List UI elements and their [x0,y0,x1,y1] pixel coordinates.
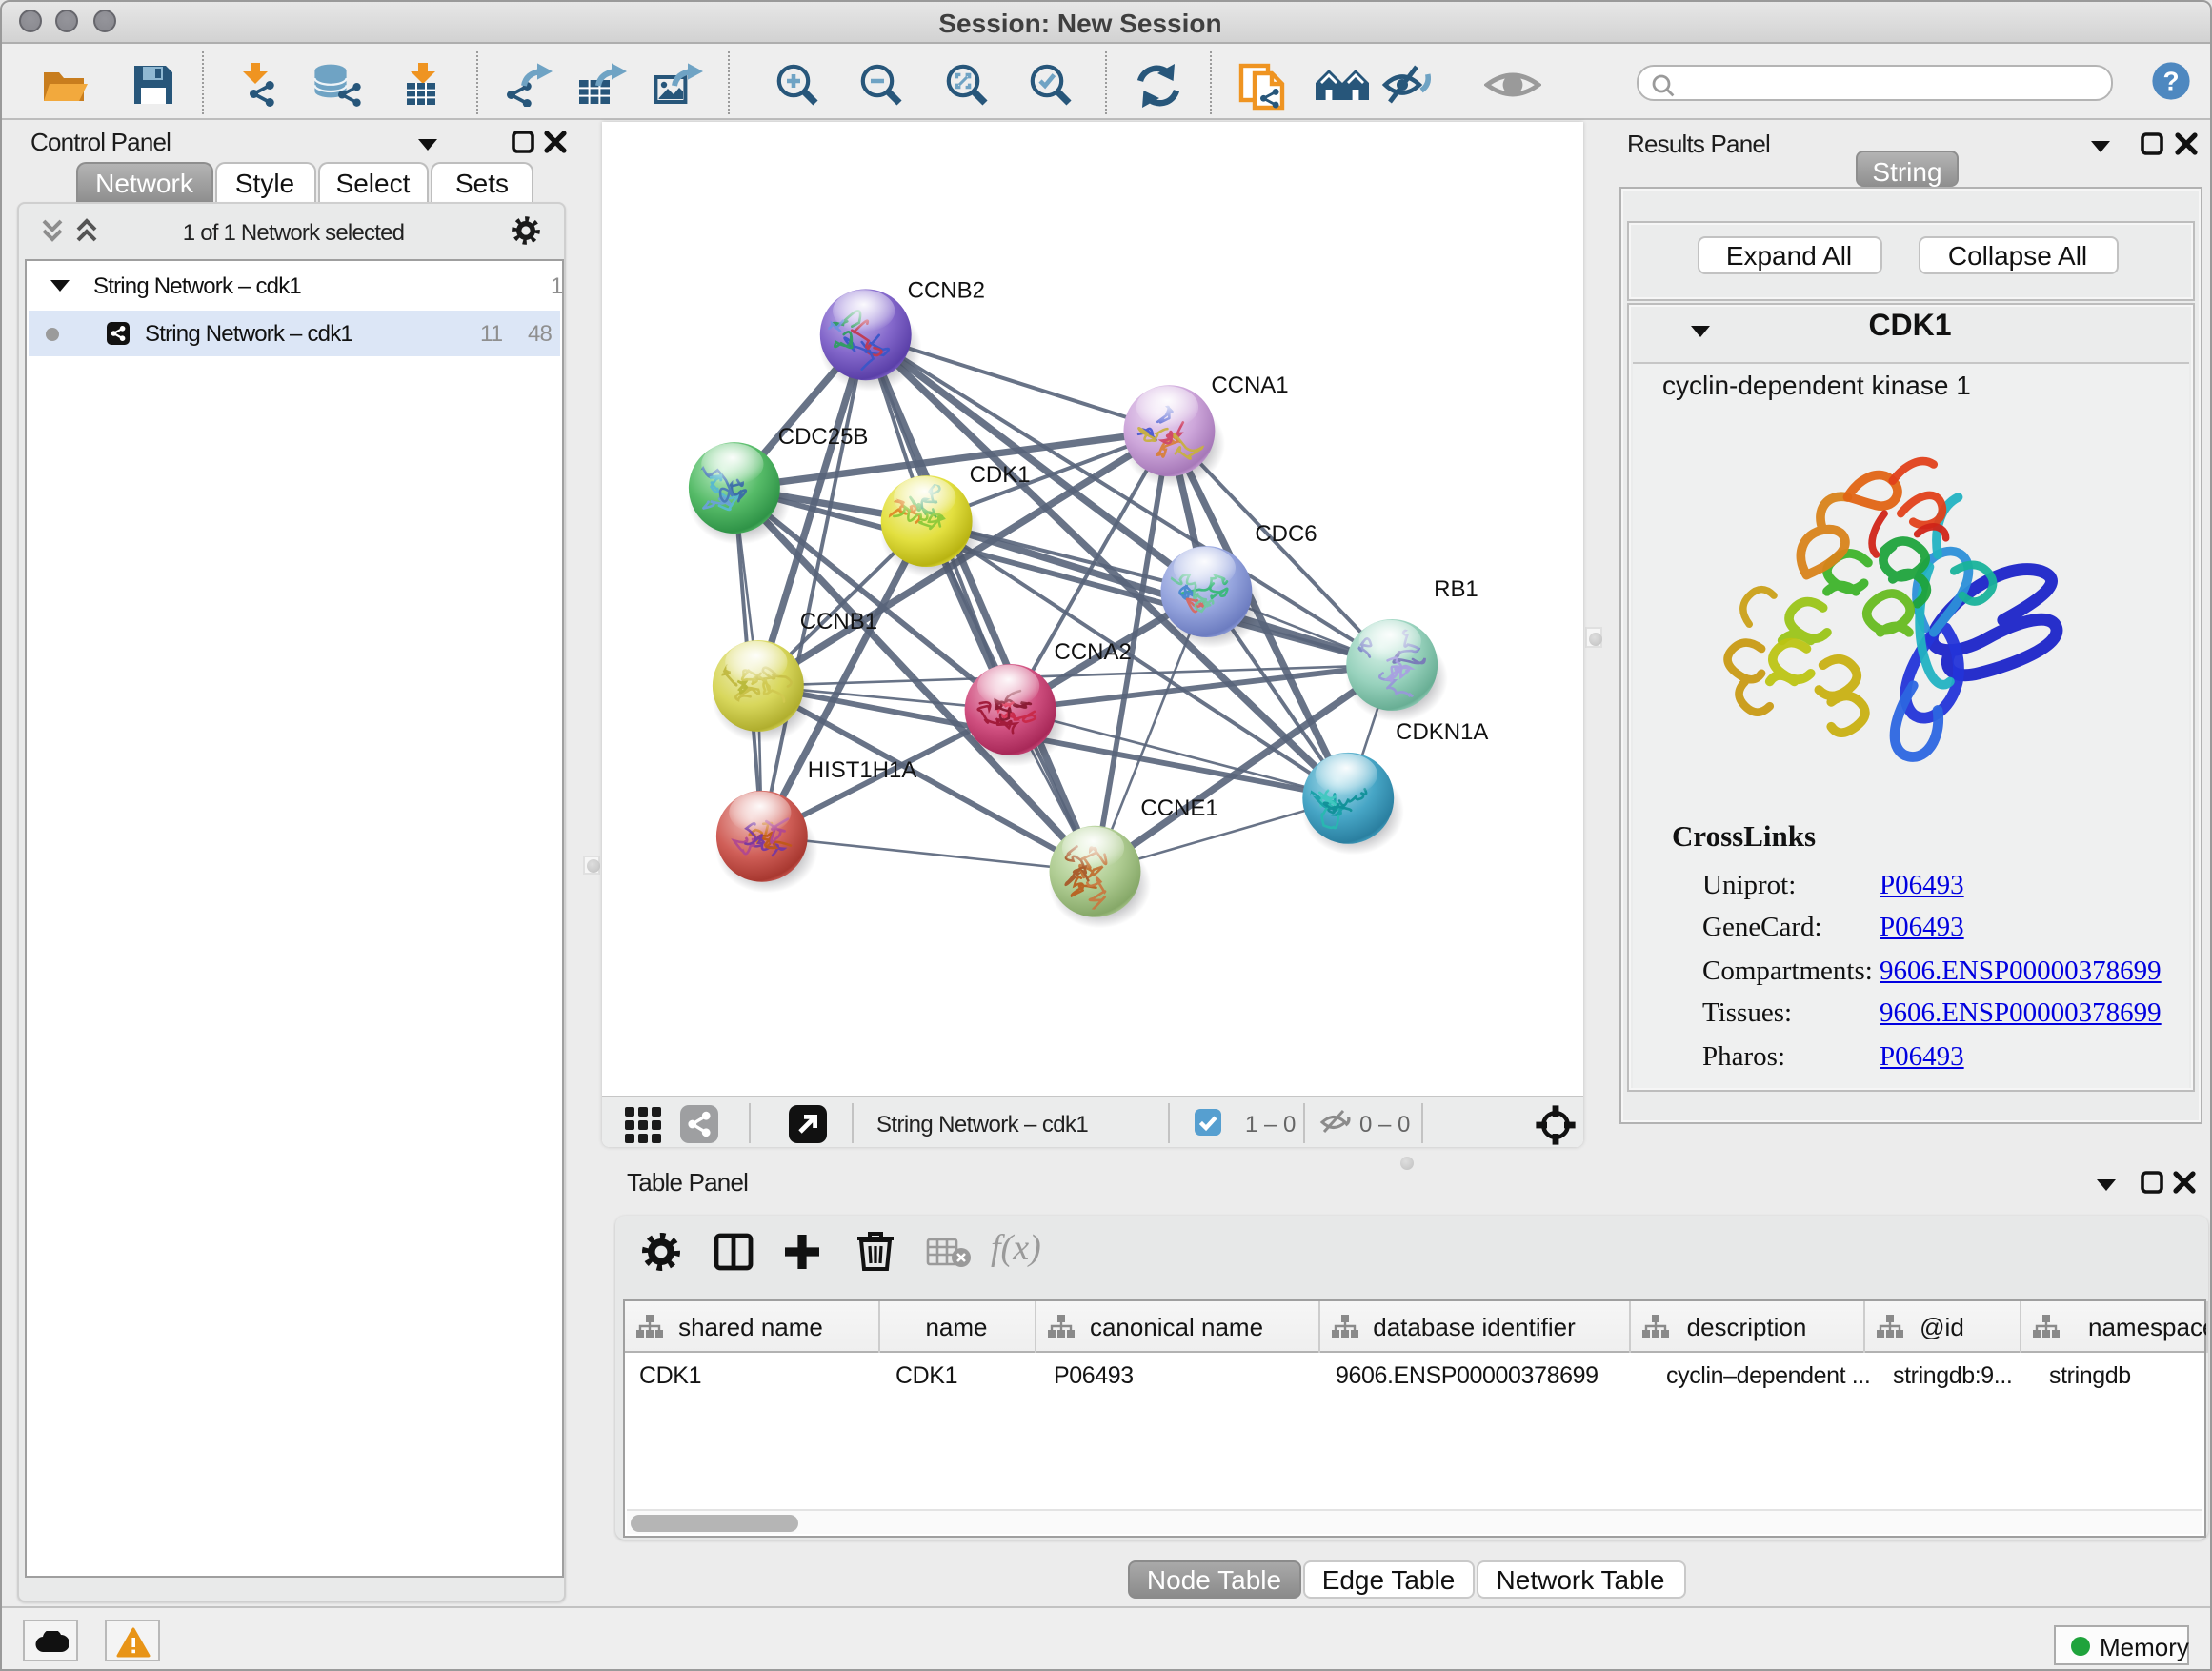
svg-text:RB1: RB1 [1433,576,1478,602]
svg-text:CCNB2: CCNB2 [907,277,984,303]
svg-text:CDC6: CDC6 [1254,521,1316,547]
svg-text:CDK1: CDK1 [969,462,1030,488]
svg-text:CDKN1A: CDKN1A [1395,719,1487,745]
svg-text:CDC25B: CDC25B [777,424,868,450]
svg-text:CCNB1: CCNB1 [799,609,876,634]
svg-text:CCNE1: CCNE1 [1139,795,1217,821]
svg-text:HIST1H1A: HIST1H1A [807,757,916,783]
svg-text:CCNA2: CCNA2 [1054,639,1131,665]
svg-text:CCNA1: CCNA1 [1210,372,1287,398]
svg-text:?: ? [2162,67,2179,96]
